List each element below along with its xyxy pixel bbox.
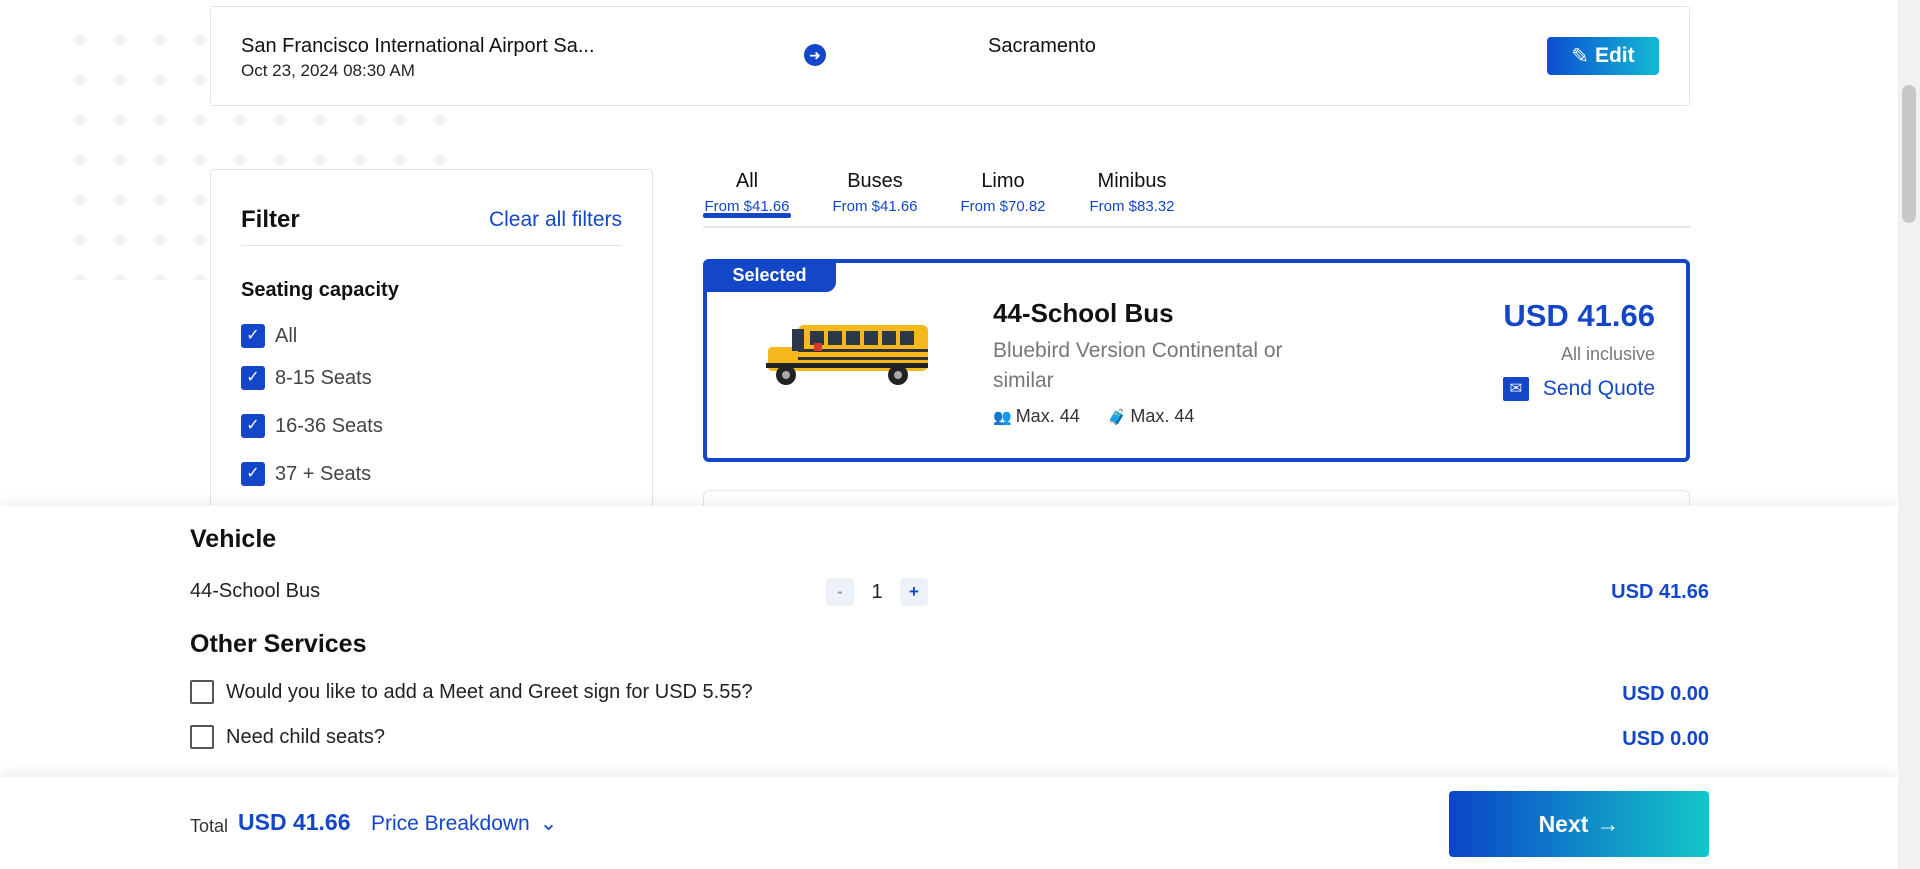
- checkbox-checked-icon[interactable]: ✓: [241, 324, 265, 348]
- filter-option-all[interactable]: ✓ All: [241, 324, 297, 348]
- tab-minibus[interactable]: Minibus From $83.32: [1086, 170, 1178, 215]
- price-breakdown-toggle[interactable]: Price Breakdown ⌄: [371, 811, 557, 836]
- checkbox-unchecked-icon[interactable]: [190, 680, 214, 704]
- tab-label: All: [735, 170, 759, 192]
- send-quote-label: Send Quote: [1542, 377, 1655, 400]
- selected-badge: Selected: [703, 259, 836, 292]
- arrow-right-icon: →: [1596, 810, 1620, 837]
- page-scrollbar[interactable]: [1898, 0, 1920, 869]
- filter-option-label: All: [275, 324, 298, 347]
- checkout-footer: Total USD 41.66 Price Breakdown ⌄ Next →: [0, 777, 1898, 869]
- quantity-stepper: - 1 +: [826, 578, 928, 606]
- booking-summary-panel: Vehicle 44-School Bus - 1 + USD 41.66 Ot…: [0, 506, 1898, 777]
- vehicle-price: USD 41.66: [1503, 298, 1655, 333]
- increment-button[interactable]: +: [900, 578, 928, 606]
- passenger-capacity: 👥 Max. 44: [993, 406, 1080, 427]
- tab-label: Buses: [847, 170, 903, 192]
- tab-price: From $70.82: [960, 198, 1046, 215]
- dropoff-location: Sacramento: [988, 35, 1096, 57]
- divider: [241, 245, 622, 246]
- vehicle-description: Bluebird Version Continental or similar: [993, 339, 1283, 392]
- pencil-icon: ✎: [1571, 44, 1589, 68]
- tab-price: From $41.66: [832, 198, 918, 215]
- price-inclusive-note: All inclusive: [1560, 344, 1655, 364]
- next-label: Next: [1538, 810, 1589, 837]
- vehicle-name: 44-School Bus: [993, 298, 1174, 328]
- active-tab-indicator: [703, 213, 791, 218]
- arrow-right-icon: ➜: [804, 44, 826, 66]
- vehicle-section-title: Vehicle: [190, 525, 277, 553]
- filter-panel: Filter Clear all filters Seating capacit…: [210, 169, 653, 509]
- edit-label: Edit: [1594, 44, 1635, 67]
- scrollbar-thumb[interactable]: [1902, 85, 1916, 223]
- total-label: Total: [190, 816, 229, 836]
- pickup-datetime: Oct 23, 2024 08:30 AM: [241, 61, 415, 80]
- luggage-capacity: 🧳 Max. 44: [1108, 406, 1195, 427]
- vehicle-capacity: 👥 Max. 44 🧳 Max. 44: [993, 406, 1194, 427]
- clear-all-filters-link[interactable]: Clear all filters: [489, 208, 622, 232]
- service-meet-greet[interactable]: Would you like to add a Meet and Greet s…: [190, 680, 753, 704]
- filter-option-label: 8-15 Seats: [275, 366, 372, 389]
- route-summary-card: San Francisco International Airport Sa..…: [210, 6, 1690, 106]
- filter-option-label: 16-36 Seats: [275, 414, 383, 437]
- checkbox-checked-icon[interactable]: ✓: [241, 462, 265, 486]
- checkbox-checked-icon[interactable]: ✓: [241, 366, 265, 390]
- service-price: USD 0.00: [1622, 683, 1709, 705]
- passengers-icon: 👥: [993, 408, 1012, 426]
- luggage-icon: 🧳: [1107, 408, 1127, 426]
- filter-option-8-15[interactable]: ✓ 8-15 Seats: [241, 366, 372, 390]
- service-label: Would you like to add a Meet and Greet s…: [226, 680, 753, 703]
- service-child-seats[interactable]: Need child seats?: [190, 725, 385, 749]
- send-quote-link[interactable]: ✉ Send Quote: [1502, 377, 1655, 401]
- service-price: USD 0.00: [1622, 728, 1709, 750]
- checkbox-checked-icon[interactable]: ✓: [241, 414, 265, 438]
- chevron-down-icon: ⌄: [539, 812, 558, 835]
- decrement-button[interactable]: -: [826, 578, 854, 606]
- checkbox-unchecked-icon[interactable]: [190, 725, 214, 749]
- summary-vehicle-price: USD 41.66: [1611, 581, 1709, 603]
- school-bus-image: [766, 325, 928, 385]
- filter-option-16-36[interactable]: ✓ 16-36 Seats: [241, 414, 383, 438]
- passenger-capacity-value: Max. 44: [1015, 406, 1080, 426]
- tab-label: Limo: [981, 170, 1025, 192]
- filter-option-37-plus[interactable]: ✓ 37 + Seats: [241, 462, 371, 486]
- mail-icon: ✉: [1502, 377, 1529, 401]
- pickup-location: San Francisco International Airport Sa..…: [241, 35, 595, 57]
- service-label: Need child seats?: [226, 725, 385, 748]
- filter-option-label: 37 + Seats: [275, 462, 372, 485]
- edit-button[interactable]: ✎ Edit: [1547, 37, 1659, 75]
- tab-buses[interactable]: Buses From $41.66: [830, 170, 920, 215]
- next-button[interactable]: Next →: [1449, 791, 1709, 857]
- luggage-capacity-value: Max. 44: [1130, 406, 1195, 426]
- tab-limo[interactable]: Limo From $70.82: [957, 170, 1049, 215]
- tab-label: Minibus: [1097, 170, 1167, 192]
- quantity-value: 1: [871, 580, 883, 603]
- price-breakdown-label: Price Breakdown: [371, 811, 530, 835]
- other-services-title: Other Services: [190, 630, 367, 658]
- vehicle-category-tabs: All From $41.66 Buses From $41.66 Limo F…: [703, 170, 1690, 228]
- summary-vehicle-name: 44-School Bus: [190, 580, 321, 602]
- tab-all[interactable]: All From $41.66: [703, 170, 791, 218]
- tab-price: From $83.32: [1089, 198, 1175, 215]
- seating-capacity-heading: Seating capacity: [241, 279, 399, 301]
- vehicle-card-selected[interactable]: Selected 44-School Bus Bluebird Version …: [703, 259, 1690, 462]
- total-value: USD 41.66: [238, 809, 351, 835]
- filter-title: Filter: [241, 206, 300, 233]
